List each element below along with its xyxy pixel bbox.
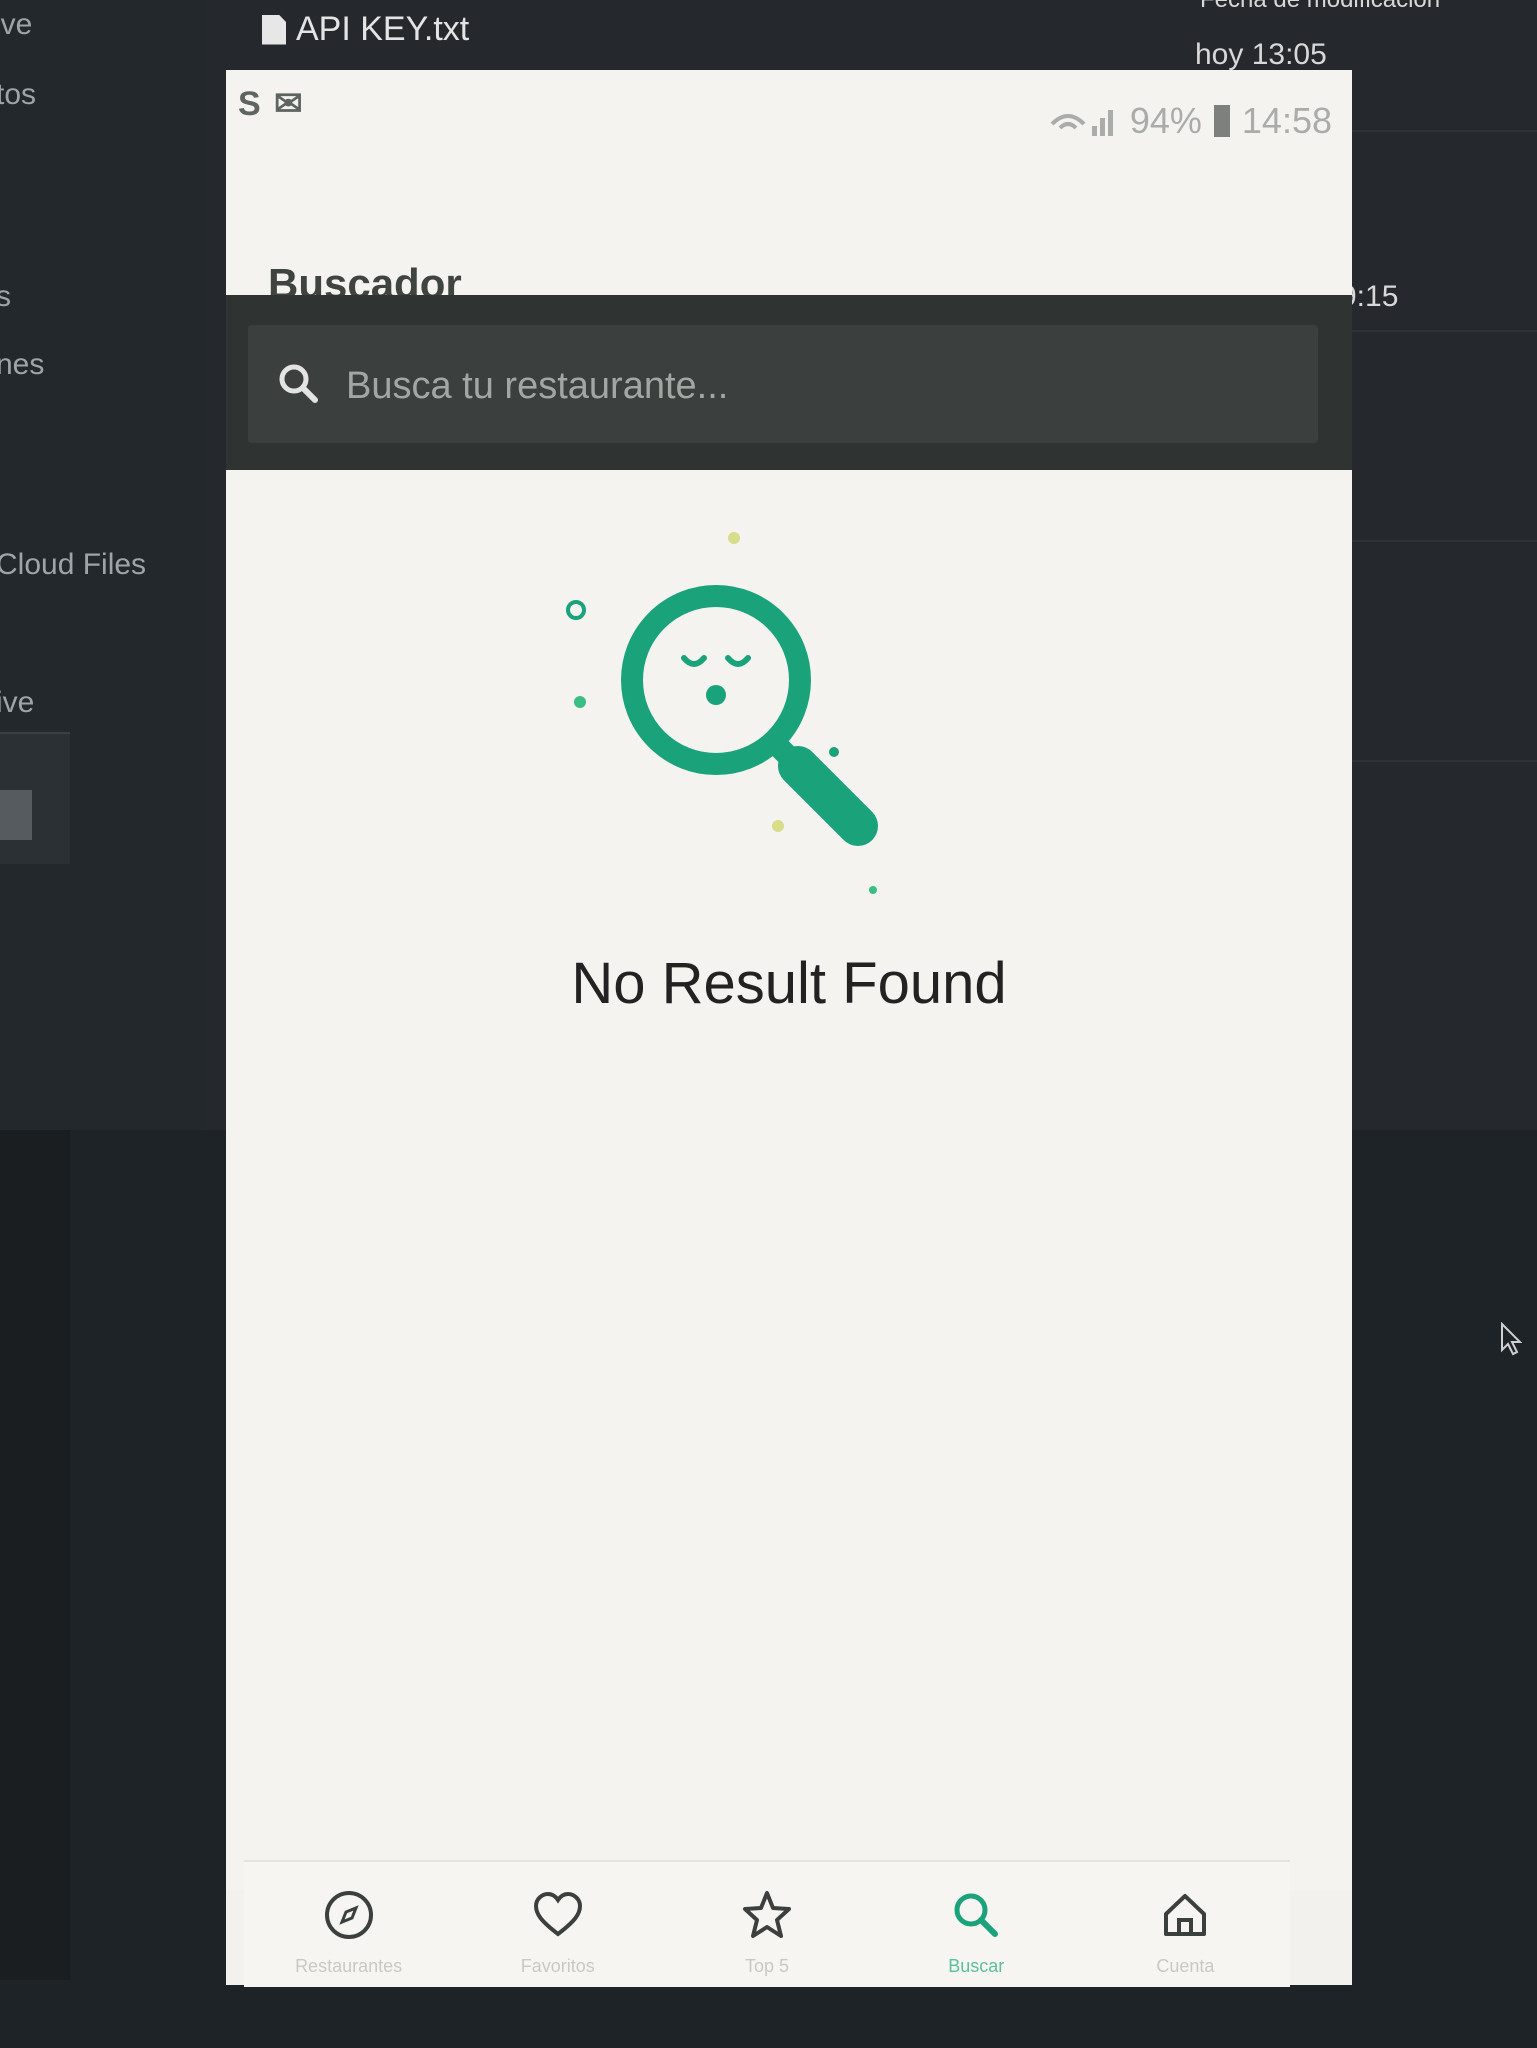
home-icon	[1164, 1894, 1207, 1936]
battery-icon	[1213, 105, 1230, 137]
nav-label: Cuenta	[1156, 1956, 1215, 1976]
search-icon	[954, 1893, 999, 1937]
nav-label: Buscar	[948, 1956, 1005, 1976]
file-row-api-key[interactable]: API KEY.txt	[262, 10, 469, 49]
mouse-cursor-icon	[1501, 1322, 1522, 1356]
sleeping-magnifier-icon	[566, 532, 878, 894]
sidebar-item-cloud-files[interactable]: Cloud Files	[0, 548, 146, 582]
search-bar-container	[226, 295, 1352, 470]
nav-item-cuenta[interactable]: Cuenta	[1081, 1862, 1290, 1987]
sidebar-item[interactable]: ive	[0, 686, 34, 720]
notification-icons: S ✉	[238, 85, 305, 123]
search-bar[interactable]	[248, 325, 1318, 443]
phone-screen: S ✉ 94% 14:58 Buscador Busca tu restaura…	[226, 70, 1352, 1987]
results-area: No Result Found	[226, 470, 1352, 1890]
row-divider	[1340, 130, 1537, 132]
sidebar-chip	[0, 790, 32, 840]
row-divider	[1340, 540, 1537, 542]
wifi-signal-icon	[1050, 110, 1113, 136]
nav-item-top5[interactable]: Top 5	[662, 1862, 871, 1987]
bottom-navigation: Restaurantes Favoritos Top 5 Buscar Cuen…	[244, 1860, 1290, 1987]
file-date: hoy 13:05	[1195, 38, 1327, 71]
empty-state-message: No Result Found	[571, 951, 1007, 1016]
nav-label: Favoritos	[520, 1956, 595, 1976]
column-header-date[interactable]: Fecha de modificación	[1200, 0, 1440, 14]
nav-item-buscar[interactable]: Buscar	[872, 1862, 1081, 1987]
status-bar: S ✉ 94% 14:58	[226, 70, 1352, 160]
sidebar-item[interactable]: ive	[0, 8, 32, 42]
sidebar-item[interactable]: tos	[0, 78, 36, 112]
status-indicators: 94% 14:58	[1048, 100, 1332, 142]
search-input[interactable]	[344, 353, 1248, 419]
search-icon	[279, 364, 318, 403]
sidebar-item[interactable]: nes	[0, 348, 44, 382]
document-icon	[262, 14, 286, 45]
nav-label: Restaurantes	[295, 1956, 403, 1976]
row-divider	[1340, 330, 1537, 332]
compass-icon	[324, 1891, 373, 1939]
file-manager-sidebar: ive tos s nes Cloud Files ive	[0, 0, 205, 1130]
nav-label: Top 5	[744, 1956, 790, 1976]
row-divider	[1340, 760, 1537, 762]
star-icon	[743, 1891, 791, 1938]
heart-icon	[533, 1891, 582, 1937]
nav-item-favoritos[interactable]: Favoritos	[453, 1862, 662, 1987]
status-time: 14:58	[1241, 100, 1332, 141]
sidebar-item[interactable]: s	[0, 280, 11, 314]
nav-item-restaurantes[interactable]: Restaurantes	[244, 1862, 453, 1987]
sidebar-bottom-area	[0, 1130, 70, 1980]
file-name: API KEY.txt	[296, 10, 470, 48]
battery-percent: 94%	[1129, 100, 1202, 141]
